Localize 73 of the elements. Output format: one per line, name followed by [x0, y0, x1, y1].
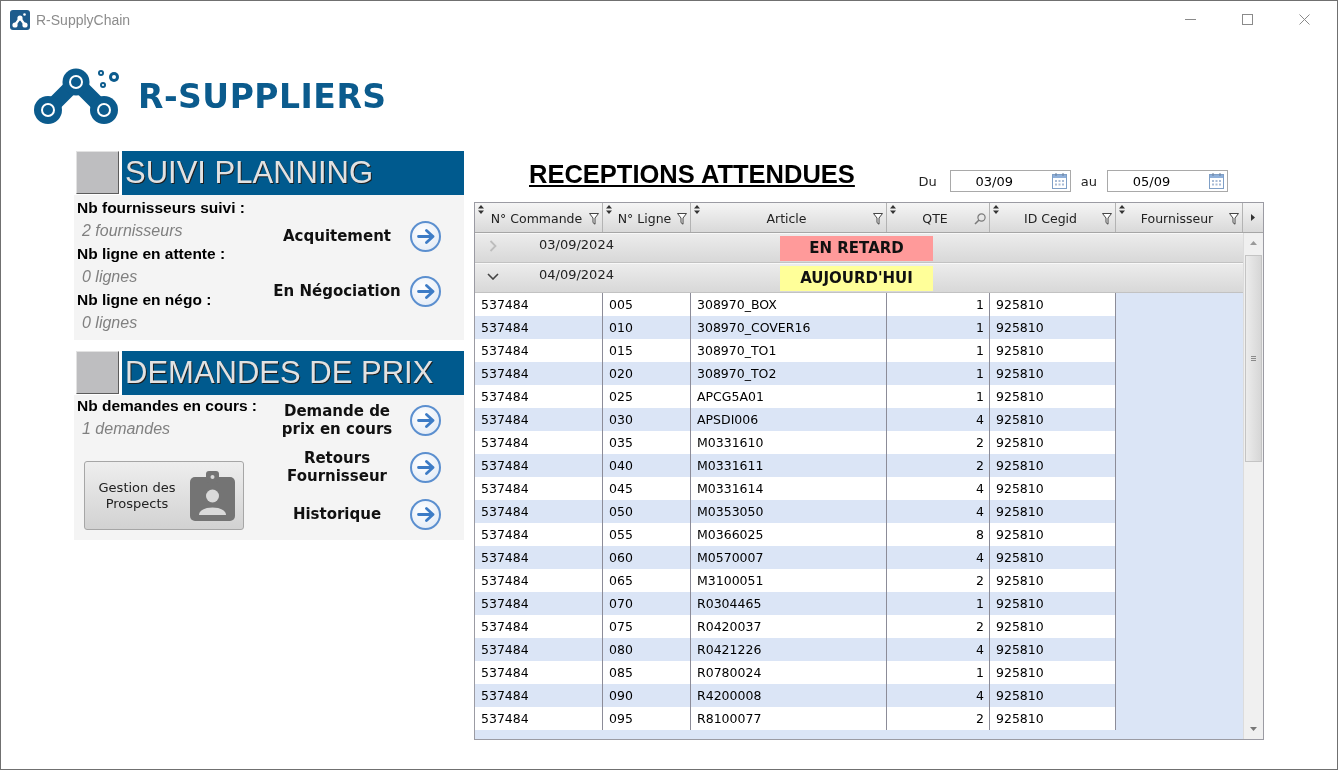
column-header[interactable]: QTE — [887, 203, 990, 232]
stat-value: 0 lignes — [81, 267, 139, 287]
sort-icon[interactable] — [694, 205, 700, 214]
sort-icon[interactable] — [993, 205, 999, 214]
close-icon — [1299, 14, 1310, 25]
column-header[interactable]: ID Cegid — [990, 203, 1116, 232]
section-heading: RECEPTIONS ATTENDUES — [529, 160, 855, 188]
vertical-scrollbar[interactable] — [1243, 233, 1263, 739]
arrow-right-icon — [416, 412, 435, 428]
nav-link[interactable]: En Négociation — [268, 282, 406, 300]
go-button[interactable] — [410, 275, 441, 307]
image-placeholder — [76, 351, 119, 394]
sort-icon[interactable] — [890, 205, 896, 214]
stat-label: Nb ligne en attente : — [77, 244, 227, 264]
stat-value: 1 demandes — [81, 419, 172, 439]
stat-label: Nb fournisseurs suivi : — [77, 198, 246, 218]
filter-icon[interactable] — [677, 212, 687, 225]
section-title: DEMANDES DE PRIX — [122, 351, 464, 395]
column-header[interactable]: N° Commande — [475, 203, 603, 232]
maximize-icon — [1242, 14, 1253, 25]
filter-icon[interactable] — [1229, 212, 1239, 225]
group-date: 04/09/2024 — [539, 266, 615, 283]
window-title: R-SupplyChain — [36, 11, 131, 28]
status-badge: AUJOURD'HUI — [780, 265, 933, 291]
triangle-up-icon — [1250, 241, 1257, 245]
sort-icon[interactable] — [606, 205, 612, 214]
column-header[interactable]: N° Ligne — [603, 203, 691, 232]
triangle-down-icon — [1250, 727, 1257, 731]
calendar-icon[interactable] — [1209, 173, 1224, 189]
sort-icon[interactable] — [1119, 205, 1125, 214]
arrow-right-icon — [416, 506, 435, 522]
date-field[interactable]: 05/09 — [1107, 170, 1228, 192]
stat-label: Nb demandes en cours : — [77, 396, 258, 416]
column-header[interactable]: Article — [691, 203, 887, 232]
group-date: 03/09/2024 — [539, 236, 615, 253]
date-label: au — [1080, 173, 1097, 189]
go-button[interactable] — [410, 498, 441, 530]
image-placeholder — [76, 151, 119, 194]
arrow-right-icon — [416, 459, 435, 475]
go-button[interactable] — [410, 404, 441, 436]
go-button[interactable] — [410, 220, 441, 252]
go-button[interactable] — [410, 451, 441, 483]
sort-icon[interactable] — [478, 205, 484, 214]
arrow-right-icon — [416, 283, 435, 299]
filter-icon[interactable] — [873, 212, 883, 225]
filter-icon[interactable] — [1102, 212, 1112, 225]
calendar-icon[interactable] — [1051, 173, 1067, 189]
stat-label: Nb ligne en négo : — [77, 290, 213, 310]
arrow-right-icon — [416, 228, 435, 244]
group-row[interactable]: 03/09/2024 EN RETARD — [475, 233, 1243, 263]
grip-icon — [1251, 356, 1256, 361]
date-label: Du — [918, 173, 937, 189]
prospects-button[interactable]: Gestion des Prospects — [84, 461, 244, 530]
filter-icon[interactable] — [589, 212, 599, 225]
status-badge: EN RETARD — [780, 235, 933, 261]
date-field[interactable]: 03/09 — [949, 170, 1071, 192]
column-header[interactable]: Fournisseur — [1116, 203, 1243, 232]
nav-link[interactable]: Acquitement — [268, 227, 406, 245]
chevron-down-icon[interactable] — [487, 272, 499, 280]
scroll-thumb[interactable] — [1245, 255, 1262, 462]
nav-link[interactable]: Demande de prix en cours — [268, 402, 406, 438]
search-icon[interactable] — [974, 212, 986, 225]
nav-link[interactable]: Historique — [268, 505, 406, 523]
stat-value: 2 fournisseurs — [81, 221, 184, 241]
section-title: SUIVI PLANNING — [122, 151, 464, 195]
logo-text: R-SUPPLIERS — [138, 76, 387, 117]
id-badge-icon — [190, 470, 235, 521]
group-row[interactable]: 04/09/2024 AUJOURD'HUI — [475, 263, 1243, 293]
stat-value: 0 lignes — [81, 313, 139, 333]
triangle-right-icon — [1251, 214, 1255, 221]
app-icon — [10, 9, 30, 30]
minimize-icon — [1185, 19, 1196, 20]
nav-link[interactable]: Retours Fournisseur — [268, 449, 406, 485]
